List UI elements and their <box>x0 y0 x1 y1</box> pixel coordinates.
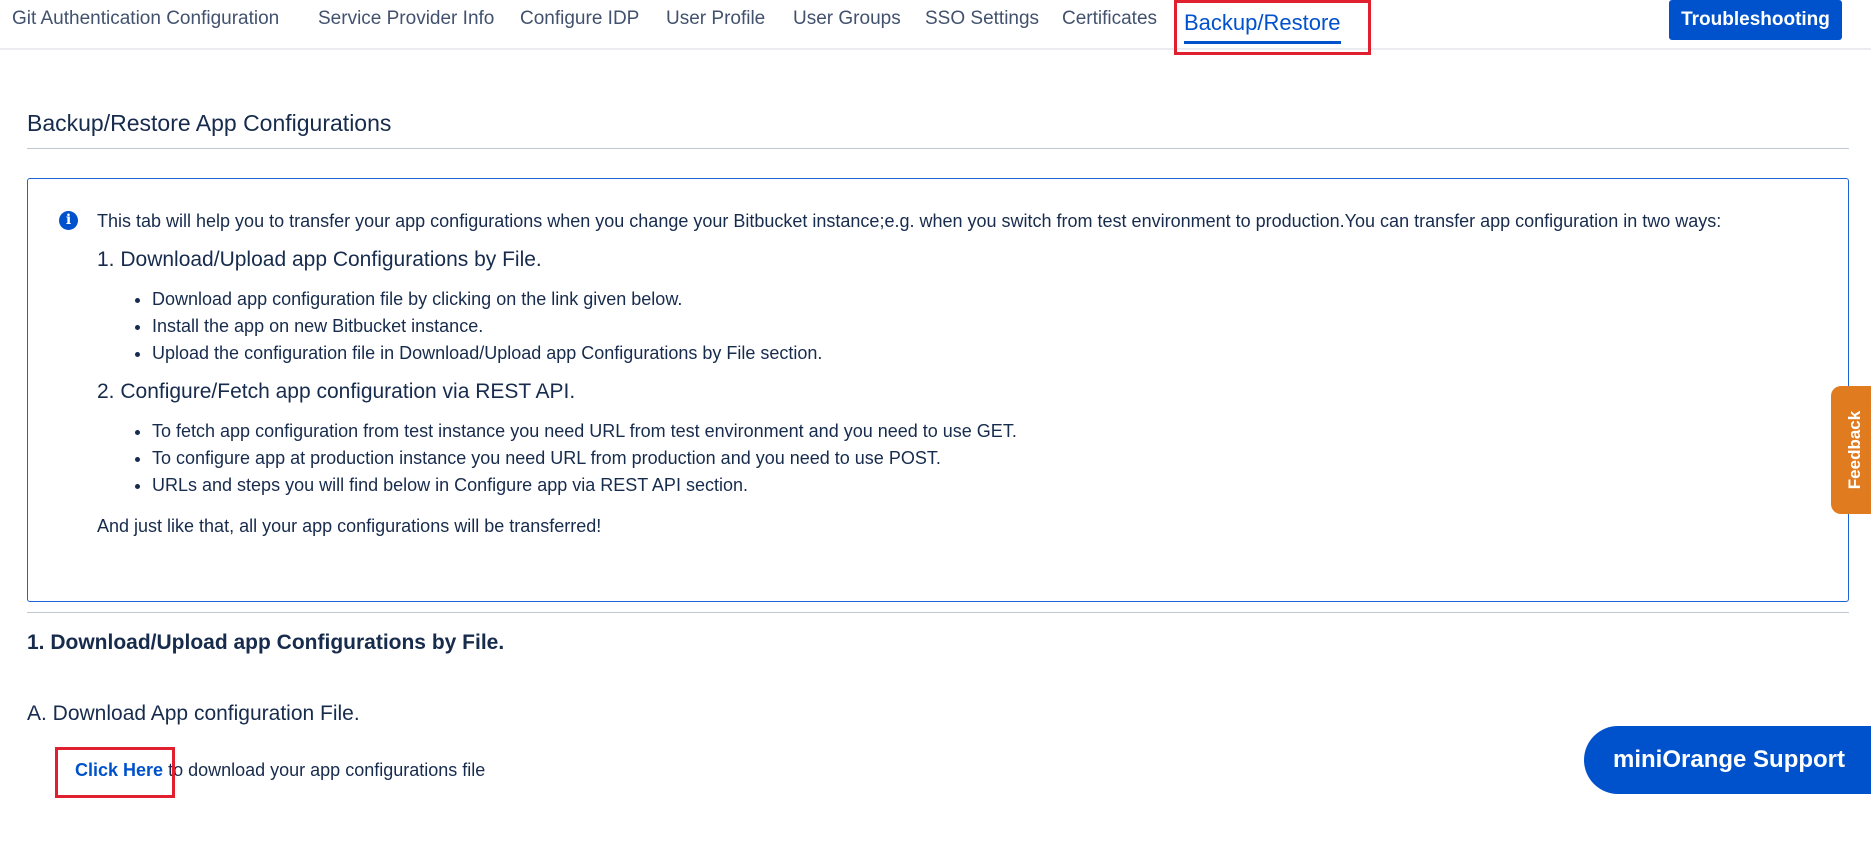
download-line: Click Here to download your app configur… <box>75 760 485 781</box>
list-item: To fetch app configuration from test ins… <box>152 418 1827 445</box>
step1-list: Download app configuration file by click… <box>97 286 1827 367</box>
tab-configure-idp[interactable]: Configure IDP <box>520 8 639 30</box>
info-body: This tab will help you to transfer your … <box>97 208 1827 540</box>
feedback-label: Feedback <box>1845 410 1864 490</box>
divider <box>27 612 1849 613</box>
list-item: Install the app on new Bitbucket instanc… <box>152 313 1827 340</box>
info-intro: This tab will help you to transfer your … <box>97 211 1722 231</box>
tab-user-profile[interactable]: User Profile <box>666 8 765 30</box>
active-tab-underline <box>1184 41 1341 44</box>
download-subtitle: A. Download App configuration File. <box>27 702 360 725</box>
click-here-link[interactable]: Click Here <box>75 760 163 780</box>
tab-git-authentication-configuration[interactable]: Git Authentication Configuration <box>12 8 279 30</box>
info-panel: i This tab will help you to transfer you… <box>27 178 1849 602</box>
info-icon: i <box>59 211 78 230</box>
info-closing: And just like that, all your app configu… <box>97 516 602 536</box>
section-title: 1. Download/Upload app Configurations by… <box>27 631 505 654</box>
top-nav: Git Authentication Configuration Service… <box>0 0 1871 55</box>
download-description: to download your app configurations file <box>163 760 486 780</box>
list-item: To configure app at production instance … <box>152 445 1827 472</box>
page-title: Backup/Restore App Configurations <box>27 110 392 136</box>
tab-certificates[interactable]: Certificates <box>1062 8 1157 30</box>
list-item: URLs and steps you will find below in Co… <box>152 472 1827 499</box>
tab-user-groups[interactable]: User Groups <box>793 8 901 30</box>
troubleshooting-button[interactable]: Troubleshooting <box>1669 0 1842 40</box>
tab-service-provider-info[interactable]: Service Provider Info <box>318 8 494 30</box>
tab-sso-settings[interactable]: SSO Settings <box>925 8 1039 30</box>
tab-backup-restore-label: Backup/Restore <box>1184 10 1341 35</box>
step2-list: To fetch app configuration from test ins… <box>97 418 1827 499</box>
tab-backup-restore[interactable]: Backup/Restore <box>1184 10 1341 44</box>
list-item: Download app configuration file by click… <box>152 286 1827 313</box>
list-item: Upload the configuration file in Downloa… <box>152 340 1827 367</box>
step1-heading: 1. Download/Upload app Configurations by… <box>97 248 542 271</box>
support-button[interactable]: miniOrange Support <box>1584 726 1871 794</box>
step2-heading: 2. Configure/Fetch app configuration via… <box>97 380 576 403</box>
feedback-tab[interactable]: Feedback <box>1831 386 1871 514</box>
divider <box>27 148 1849 149</box>
